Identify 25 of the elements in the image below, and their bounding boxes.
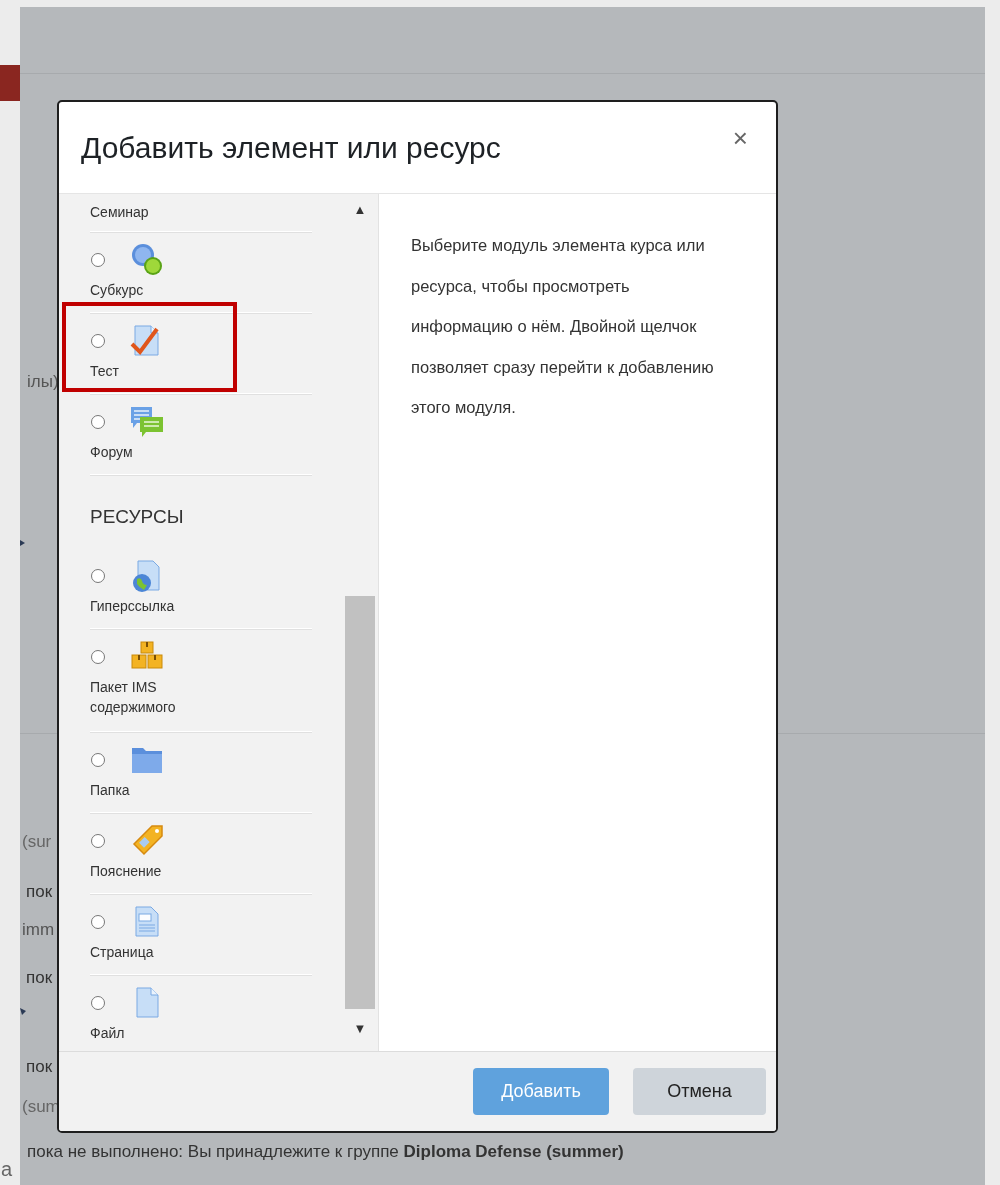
module-label[interactable]: Тест (90, 361, 312, 381)
help-text: Выберите модуль элемента курса или ресурса, чтобы просмотреть информацию о нём. Двойной щелчок позволяет сразу перейти к добавлению этого модуля. (411, 235, 715, 418)
module-label[interactable]: Страница (90, 942, 312, 962)
background-text: ілы) (27, 371, 59, 393)
dialog-title: Добавить элемент или ресурс (81, 130, 501, 165)
scroll-up-button[interactable]: ▲ (353, 194, 367, 226)
scroll-down-button[interactable]: ▼ (353, 1015, 367, 1051)
module-label[interactable]: Пояснение (90, 861, 312, 881)
background-text: пок (26, 881, 53, 903)
module-label[interactable]: Папка (90, 780, 312, 800)
background-text: а (1, 1158, 13, 1181)
module-label[interactable]: Файл (90, 1023, 312, 1043)
module-label[interactable]: Семинар (90, 202, 312, 222)
restriction-text: пока не выполнено: Вы принадлежите к группе Diploma Defense (summer) (27, 1142, 624, 1162)
background-text: пок (26, 967, 53, 989)
background-text: пок (26, 1056, 53, 1078)
module-label[interactable]: Пакет IMS содержимого (90, 677, 210, 717)
background-text: (sur (22, 831, 52, 853)
module-label[interactable]: Субкурс (90, 280, 312, 300)
module-label[interactable]: Форум (90, 442, 312, 462)
close-button[interactable]: × (728, 123, 752, 154)
cancel-button[interactable]: Отмена (633, 1068, 766, 1115)
module-label[interactable]: Гиперссылка (90, 596, 312, 616)
background-text: imm (22, 919, 55, 941)
section-heading: РЕСУРСЫ (90, 505, 185, 529)
